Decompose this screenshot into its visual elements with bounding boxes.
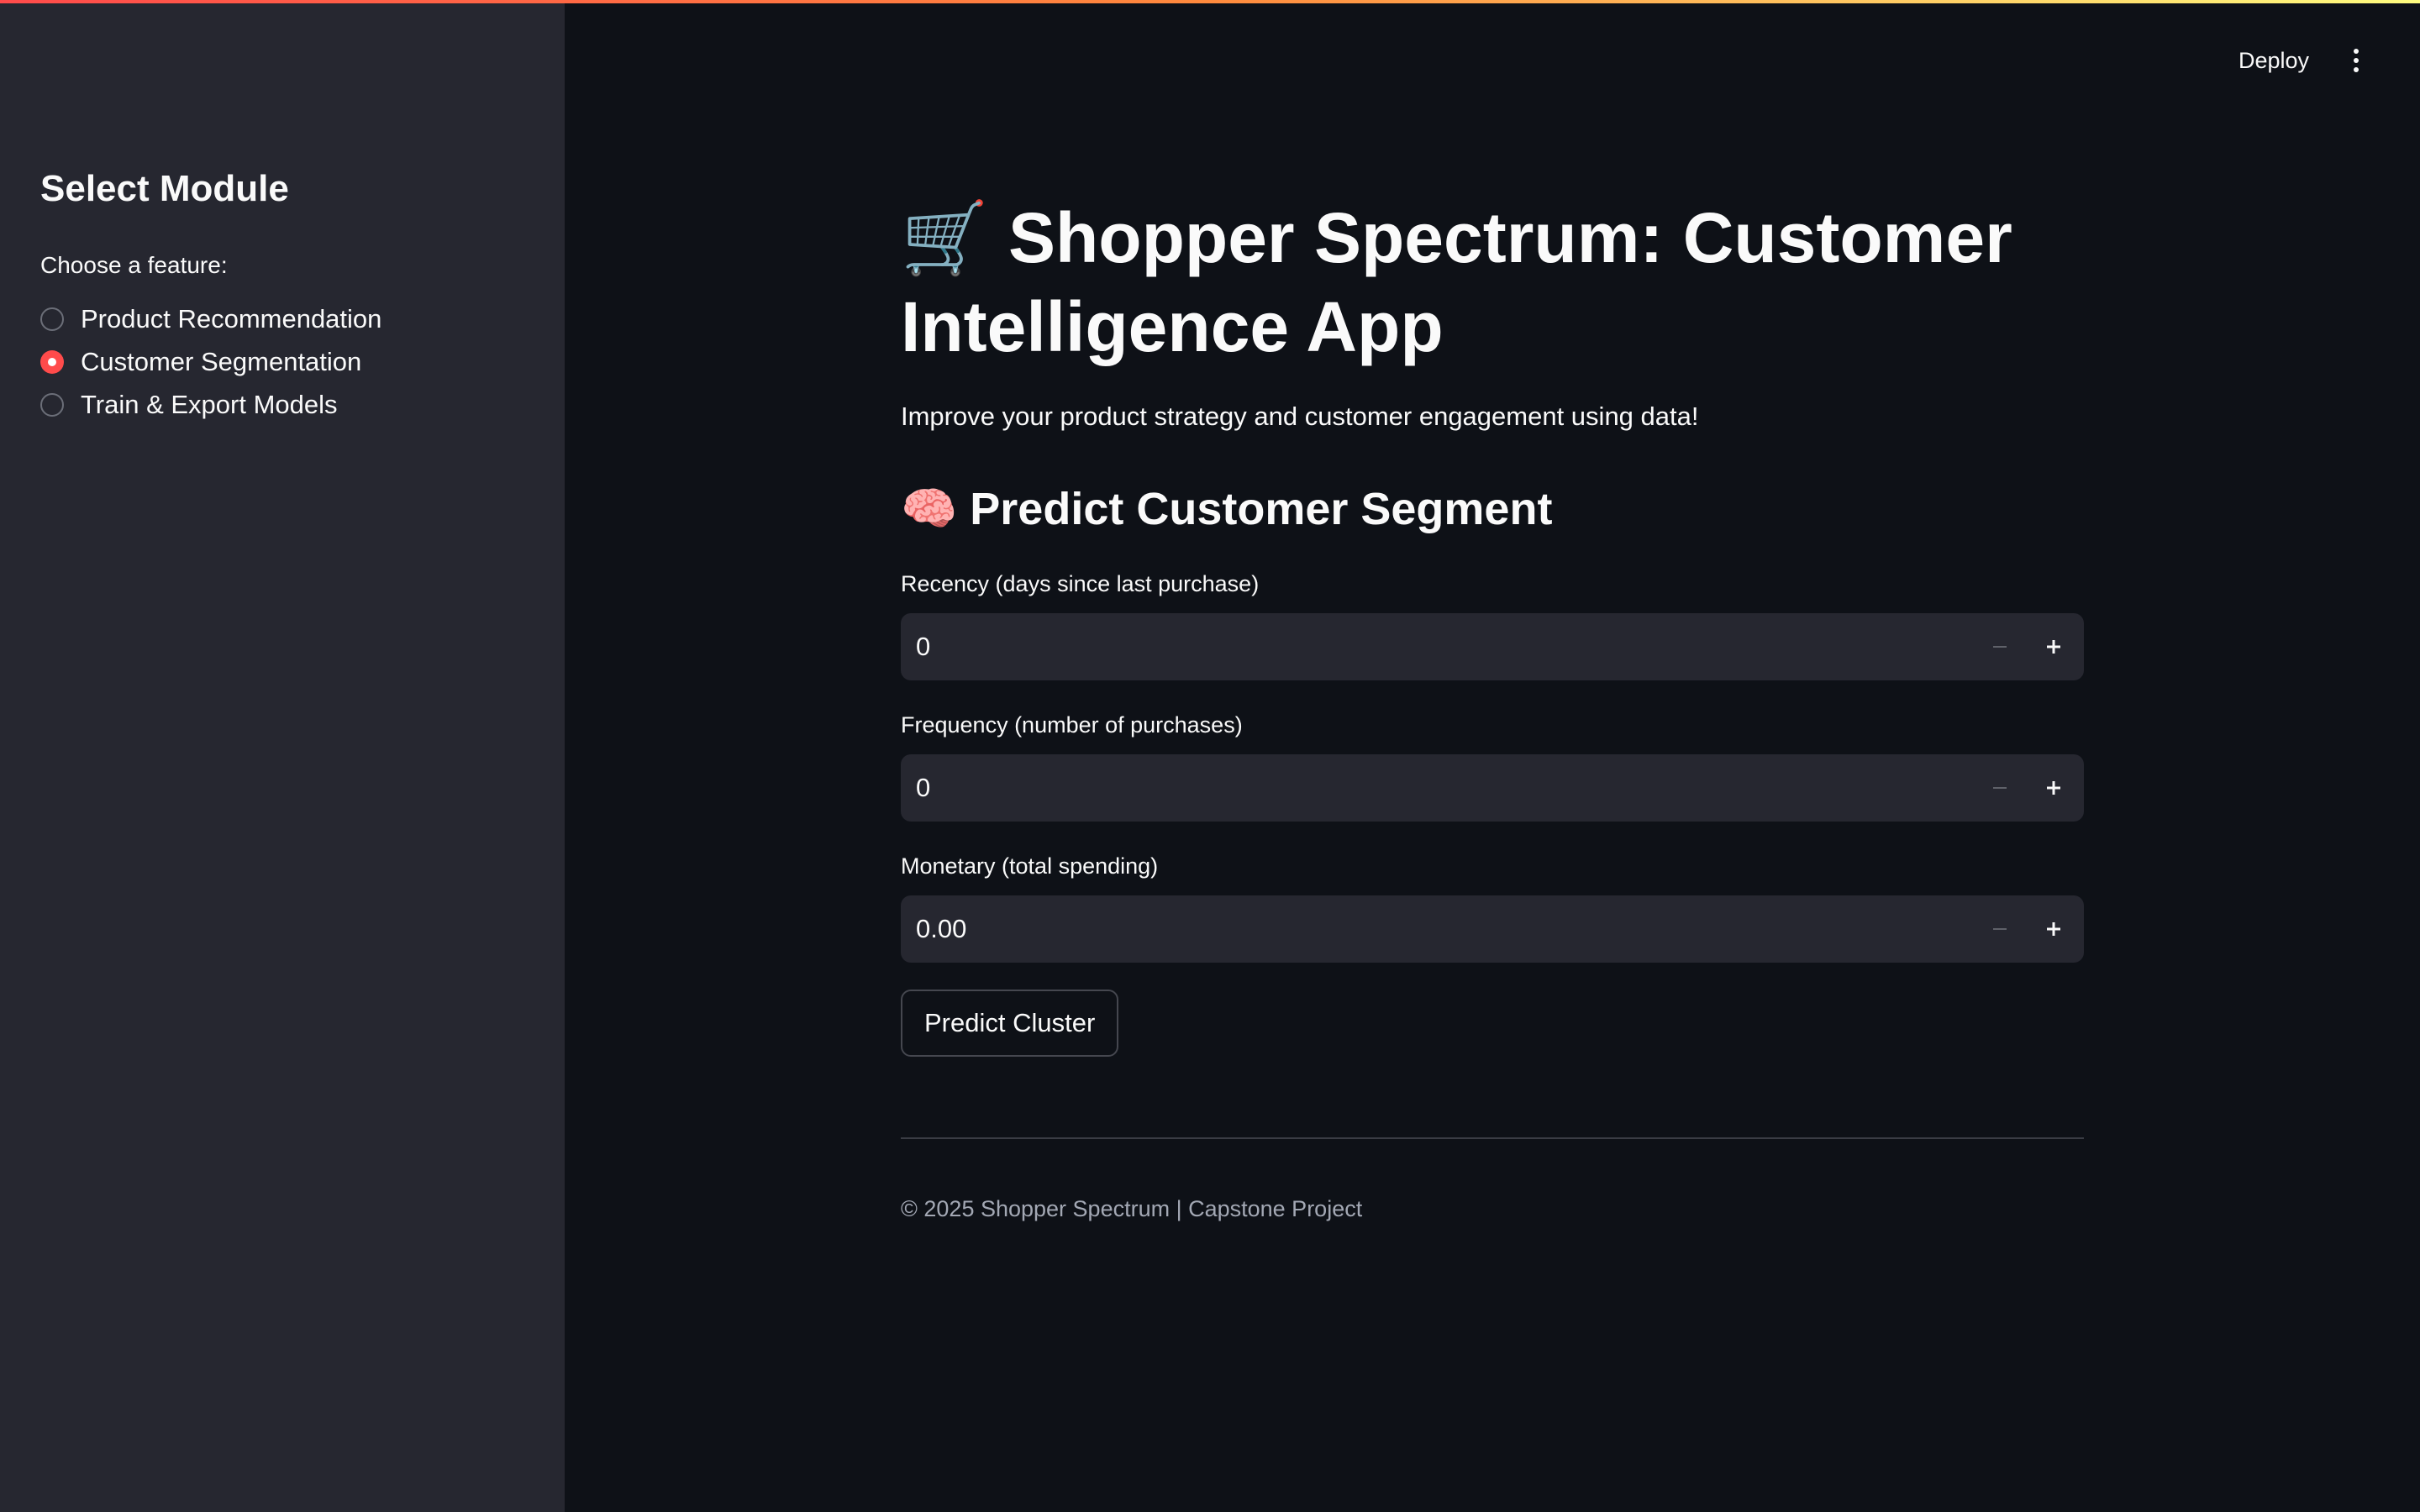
minus-icon	[1993, 928, 2007, 930]
page-subtitle: Improve your product strategy and custom…	[901, 402, 1699, 431]
page-title: 🛒 Shopper Spectrum: Customer Intelligenc…	[901, 193, 2084, 371]
recency-number-input	[901, 612, 2084, 681]
feature-radio-label: Choose a feature:	[40, 252, 228, 278]
radio-button-selected-icon[interactable]	[40, 349, 64, 374]
monetary-increment-button[interactable]	[2027, 895, 2081, 963]
monetary-input[interactable]	[901, 895, 1973, 963]
recency-increment-button[interactable]	[2027, 613, 2081, 680]
feature-radio-group: Product Recommendation Customer Segmenta…	[40, 297, 381, 426]
monetary-label: Monetary (total spending)	[901, 853, 1159, 879]
plus-icon	[2047, 781, 2060, 795]
plus-icon	[2047, 640, 2060, 654]
frequency-input[interactable]	[901, 753, 1973, 822]
plus-icon	[2047, 922, 2060, 936]
section-title-text: Predict Customer Segment	[970, 484, 1553, 534]
frequency-label: Frequency (number of purchases)	[901, 712, 1243, 738]
radio-option-product-recommendation[interactable]: Product Recommendation	[40, 297, 381, 340]
more-vertical-icon[interactable]	[2338, 42, 2375, 79]
footer-text: © 2025 Shopper Spectrum | Capstone Proje…	[901, 1196, 1363, 1221]
recency-decrement-button[interactable]	[1973, 613, 2027, 680]
monetary-decrement-button[interactable]	[1973, 895, 2027, 963]
radio-option-label: Product Recommendation	[81, 303, 382, 333]
recency-input[interactable]	[901, 612, 1973, 681]
sidebar-title: Select Module	[40, 168, 289, 209]
frequency-decrement-button[interactable]	[1973, 754, 2027, 822]
frequency-number-input	[901, 753, 2084, 822]
radio-option-train-export-models[interactable]: Train & Export Models	[40, 383, 381, 426]
recency-label: Recency (days since last purchase)	[901, 571, 1260, 596]
monetary-number-input	[901, 895, 2084, 963]
radio-option-label: Train & Export Models	[81, 389, 338, 419]
radio-button-icon[interactable]	[40, 392, 64, 417]
predict-cluster-button[interactable]: Predict Cluster	[901, 990, 1119, 1057]
sidebar: Select Module Choose a feature: Product …	[0, 3, 565, 1512]
shopping-cart-icon: 🛒	[901, 197, 989, 279]
deploy-button[interactable]: Deploy	[2223, 42, 2324, 79]
radio-option-label: Customer Segmentation	[81, 346, 362, 376]
radio-option-customer-segmentation[interactable]: Customer Segmentation	[40, 340, 381, 383]
radio-button-icon[interactable]	[40, 307, 64, 331]
frequency-increment-button[interactable]	[2027, 754, 2081, 822]
brain-icon: 🧠	[901, 482, 958, 535]
divider	[901, 1137, 2084, 1139]
page-title-text: Shopper Spectrum: Customer Intelligence …	[901, 198, 2012, 366]
minus-icon	[1993, 787, 2007, 789]
section-title: 🧠 Predict Customer Segment	[901, 482, 1552, 536]
minus-icon	[1993, 646, 2007, 648]
